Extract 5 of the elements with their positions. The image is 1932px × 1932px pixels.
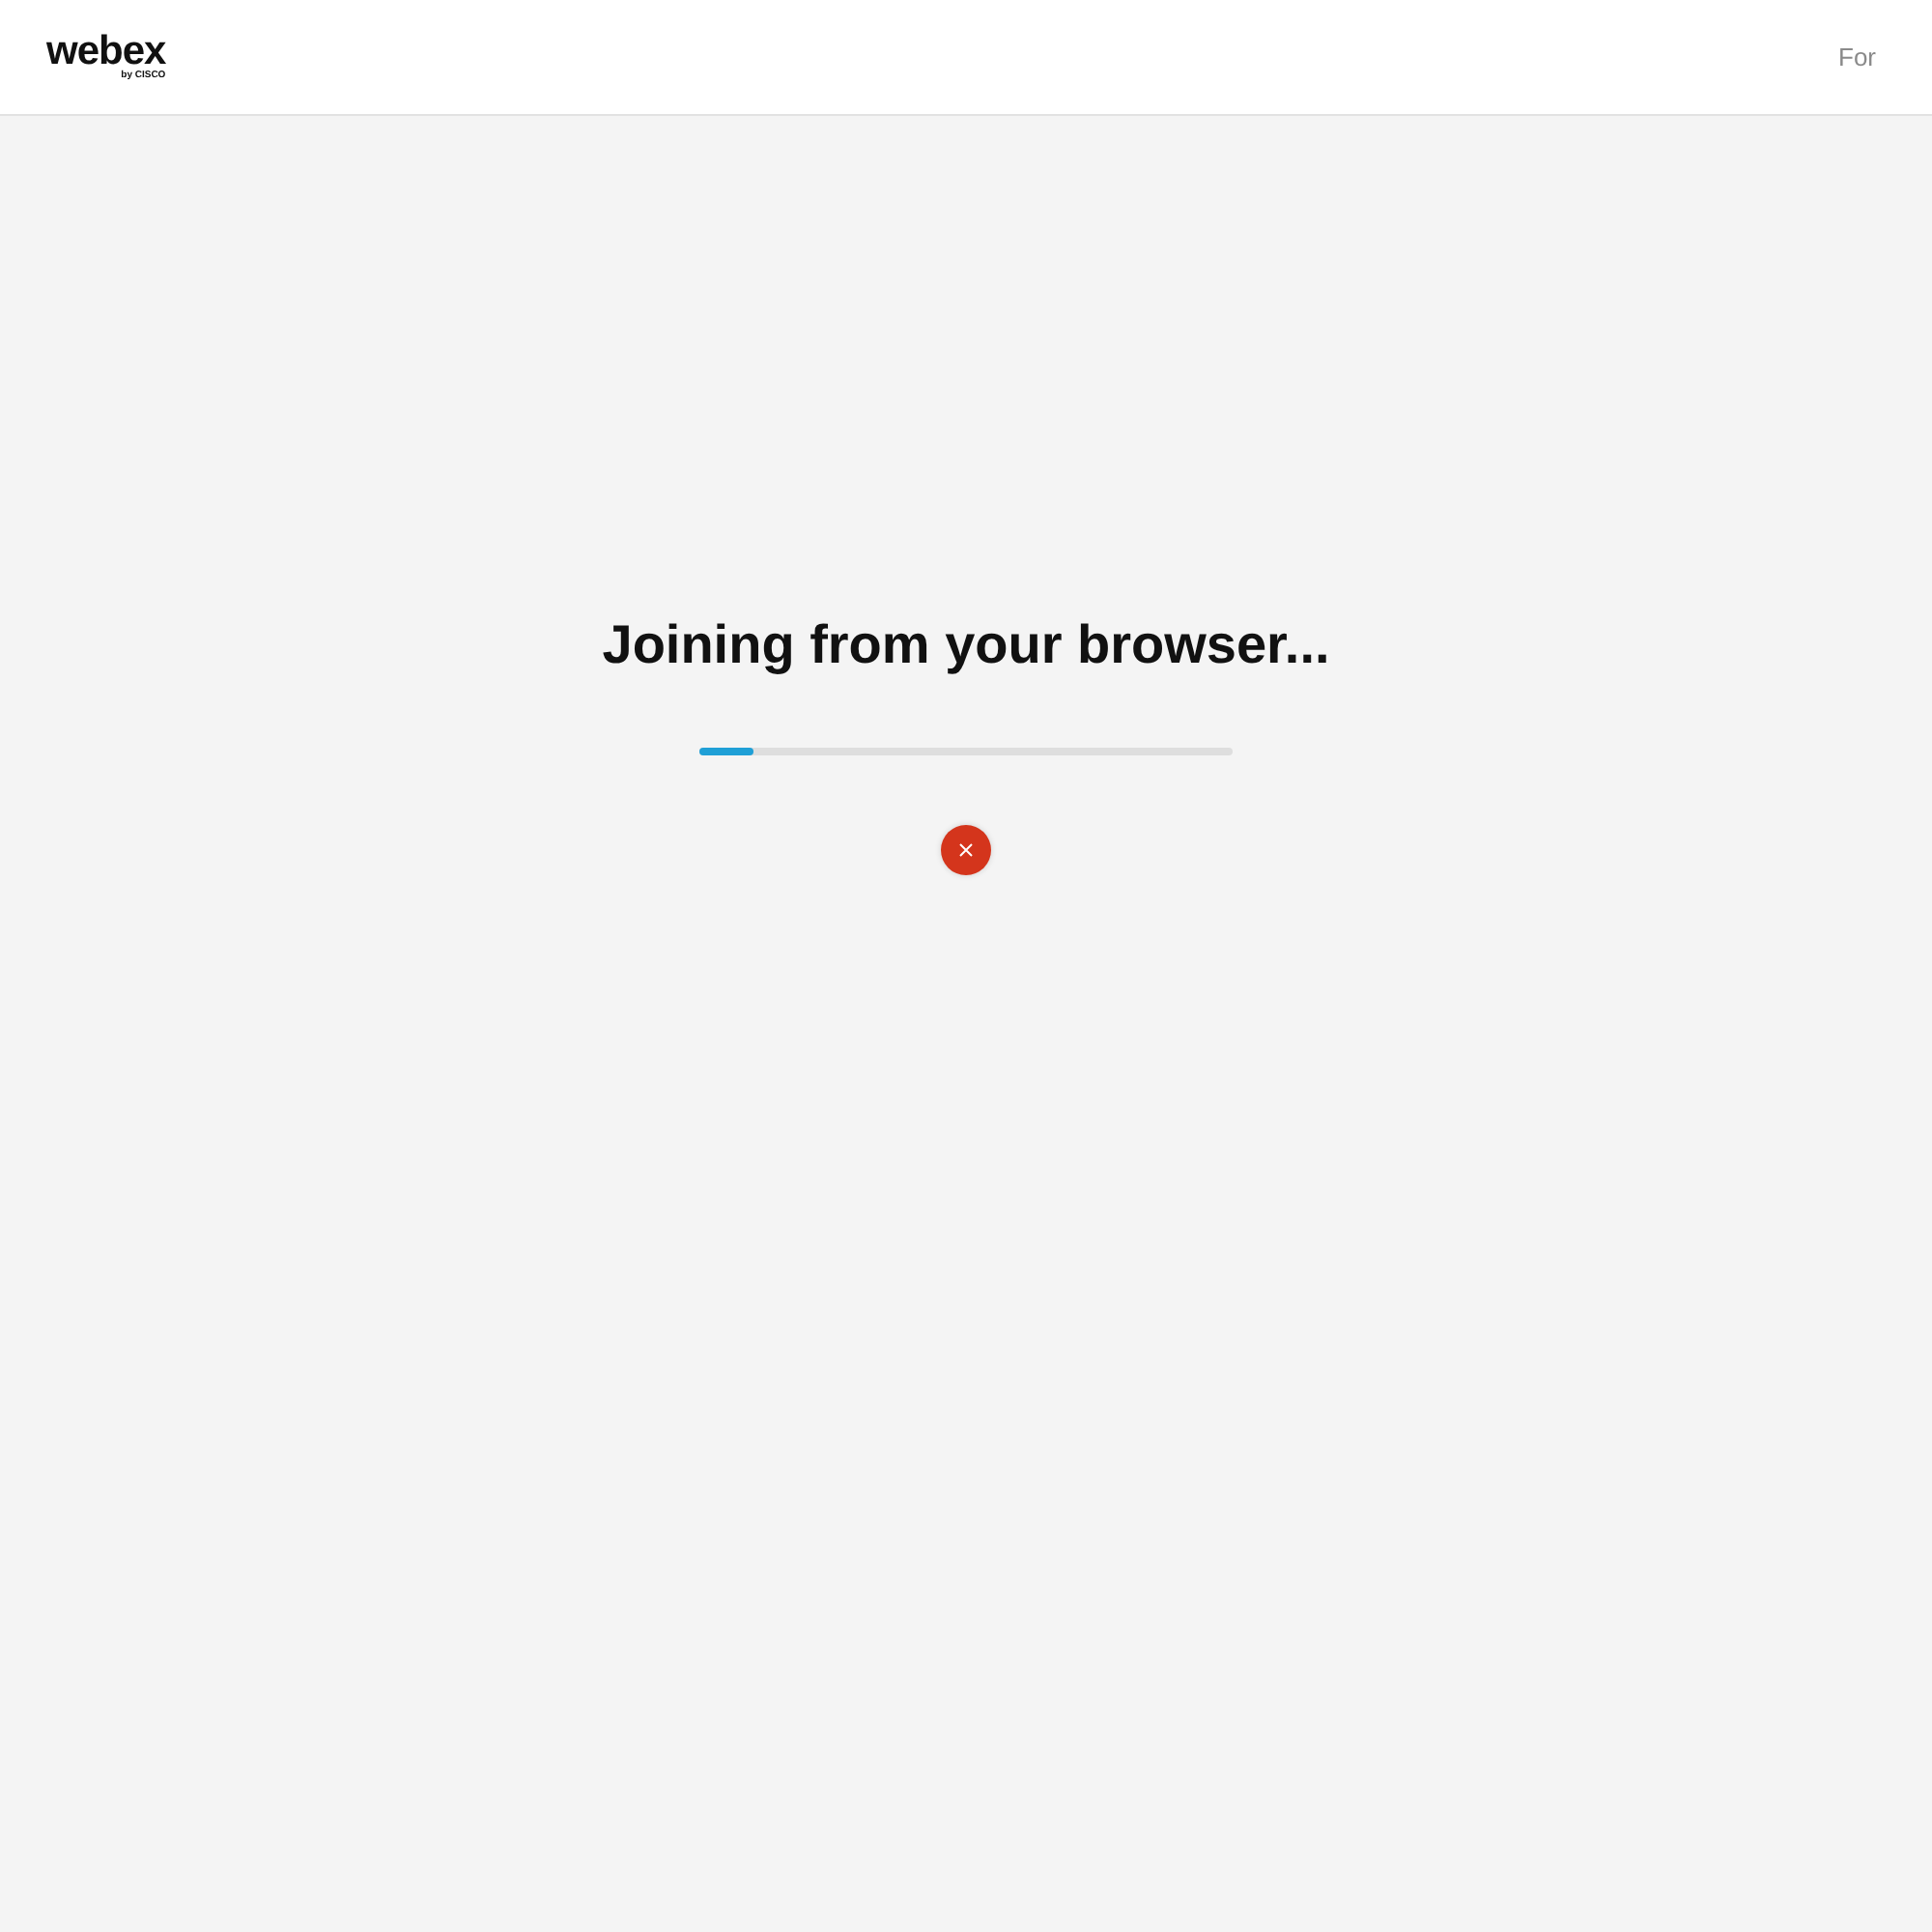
joining-title: Joining from your browser... bbox=[602, 612, 1330, 678]
logo-name: webex bbox=[46, 34, 166, 69]
close-icon bbox=[958, 842, 974, 858]
cancel-button[interactable] bbox=[941, 825, 991, 875]
nav-link[interactable]: For bbox=[1838, 43, 1876, 71]
